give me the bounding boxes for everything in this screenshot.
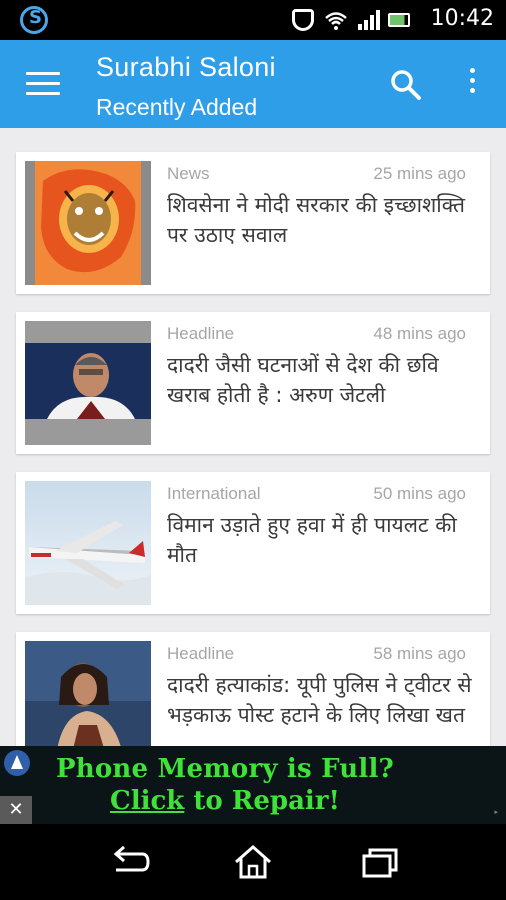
- article-thumbnail: [25, 481, 151, 605]
- recents-icon[interactable]: [356, 842, 406, 882]
- wifi-icon: [324, 9, 347, 31]
- shield-icon: [292, 9, 314, 31]
- article-headline: शिवसेना ने मोदी सरकार की इच्छाशक्ति पर उ…: [167, 193, 465, 247]
- article-thumbnail: [25, 321, 151, 445]
- back-icon[interactable]: [104, 842, 154, 882]
- ad-call-to-action: Click to Repair!: [110, 786, 340, 816]
- article-category: Headline: [167, 644, 235, 663]
- battery-icon: [388, 13, 410, 27]
- article-headline: दादरी जैसी घटनाओं से देश की छवि खराब होत…: [167, 353, 439, 407]
- article-time: 50 mins ago: [373, 484, 466, 503]
- menu-icon[interactable]: [26, 72, 60, 96]
- article-category: Headline: [167, 324, 235, 343]
- article-card[interactable]: International 50 mins ago विमान उड़ाते ह…: [16, 472, 490, 614]
- article-card[interactable]: Headline 58 mins ago दादरी हत्याकांड: यू…: [16, 632, 490, 746]
- status-icons: [292, 9, 410, 31]
- article-card[interactable]: News 25 mins ago शिवसेना ने मोदी सरकार क…: [16, 152, 490, 294]
- status-bar: S 10:42: [0, 0, 506, 40]
- home-icon[interactable]: [228, 842, 278, 882]
- article-thumbnail: [25, 641, 151, 746]
- ad-cta-rest: to Repair!: [184, 786, 340, 816]
- ad-logo-icon: [4, 750, 30, 776]
- ad-headline: Phone Memory is Full?: [56, 754, 394, 784]
- signal-icon: [356, 9, 380, 31]
- system-nav-bar: [0, 824, 506, 900]
- app-title: Surabhi Saloni: [96, 52, 276, 82]
- article-headline: विमान उड़ाते हुए हवा में ही पायलट की मौत: [167, 513, 457, 567]
- app-s-icon: S: [20, 6, 48, 34]
- app-bar: Surabhi Saloni Recently Added: [0, 40, 506, 128]
- article-category: News: [167, 164, 210, 183]
- search-icon[interactable]: [389, 68, 423, 102]
- ad-link-text[interactable]: Click: [110, 786, 184, 816]
- article-category: International: [167, 484, 261, 503]
- article-list: News 25 mins ago शिवसेना ने मोदी सरकार क…: [0, 128, 506, 746]
- article-headline: दादरी हत्याकांड: यूपी पुलिस ने ट्वीटर से…: [167, 673, 472, 727]
- overflow-menu-icon[interactable]: [462, 68, 482, 102]
- article-card[interactable]: Headline 48 mins ago दादरी जैसी घटनाओं स…: [16, 312, 490, 454]
- article-thumbnail: [25, 161, 151, 285]
- app-subtitle: Recently Added: [96, 94, 258, 120]
- article-time: 25 mins ago: [373, 164, 466, 183]
- ad-banner[interactable]: Phone Memory is Full? Click to Repair! ▸: [0, 746, 506, 824]
- ad-close-button[interactable]: ✕: [0, 796, 32, 824]
- status-time: 10:42: [430, 6, 494, 31]
- article-time: 58 mins ago: [373, 644, 466, 663]
- ad-choices-icon[interactable]: ▸: [494, 808, 498, 816]
- article-time: 48 mins ago: [373, 324, 466, 343]
